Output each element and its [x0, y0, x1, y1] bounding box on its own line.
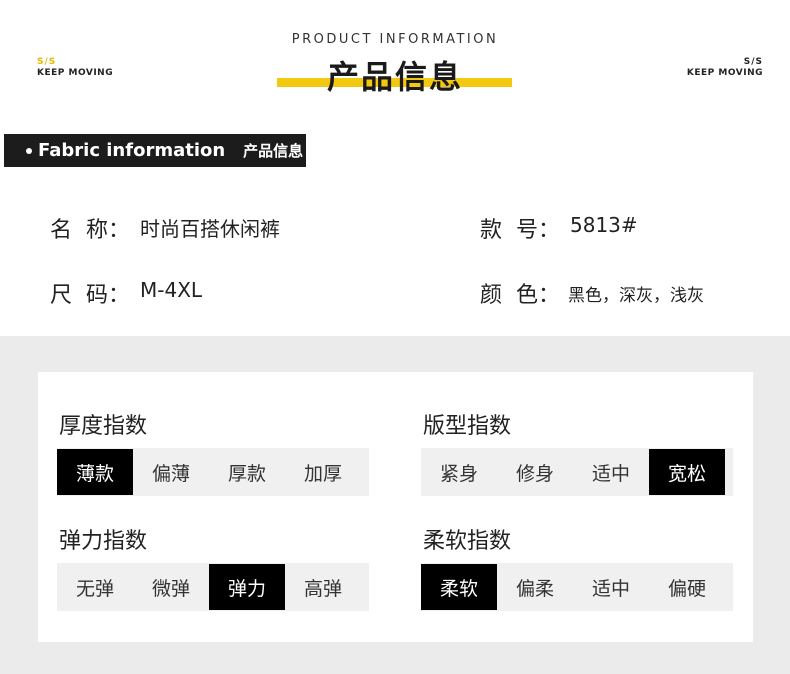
- page-title: 产品信息: [326, 58, 463, 96]
- fit-index-options: 紧身 修身 适中 宽松: [421, 448, 733, 496]
- softness-index-options: 柔软 偏柔 适中 偏硬: [421, 563, 733, 611]
- elasticity-index-title: 弹力指数: [59, 529, 148, 554]
- elasticity-option: 微弹: [151, 577, 190, 600]
- thickness-option: 厚款: [227, 462, 266, 485]
- softness-option: 偏硬: [667, 577, 706, 600]
- softness-option: 柔软: [421, 564, 497, 610]
- thickness-index-options: 薄款 偏薄 厚款 加厚: [57, 448, 369, 496]
- thickness-option: 加厚: [303, 462, 342, 485]
- elasticity-option: 高弹: [303, 577, 342, 600]
- softness-option: 偏柔: [515, 577, 554, 600]
- softness-option: 适中: [591, 577, 630, 600]
- page-subtitle: PRODUCT INFORMATION: [291, 32, 499, 47]
- bullet-icon: [26, 147, 32, 154]
- fit-option: 紧身: [439, 462, 478, 485]
- elasticity-option: 无弹: [75, 577, 114, 600]
- fit-option: 适中: [591, 462, 630, 485]
- name-value: 时尚百搭休闲裤: [140, 217, 280, 241]
- thickness-option: 偏薄: [151, 462, 190, 485]
- fit-option: 宽松: [649, 449, 725, 495]
- banner-title-cn: 产品信息: [243, 142, 304, 160]
- color-label: 颜 色：: [480, 283, 560, 308]
- size-label: 尺 码：: [50, 283, 130, 308]
- name-label: 名 称：: [50, 218, 130, 243]
- fit-index-title: 版型指数: [423, 414, 512, 439]
- fabric-banner: Fabric information 产品信息: [4, 134, 306, 167]
- style-number-value: 5813#: [570, 213, 638, 237]
- elasticity-index-options: 无弹 微弹 弹力 高弹: [57, 563, 369, 611]
- softness-index-title: 柔软指数: [423, 529, 512, 554]
- elasticity-option: 弹力: [209, 564, 285, 610]
- color-value: 黑色，深灰，浅灰: [568, 286, 704, 306]
- banner-title-en: Fabric information: [38, 140, 226, 161]
- fit-option: 修身: [515, 462, 554, 485]
- thickness-option: 薄款: [57, 449, 133, 495]
- size-value: M-4XL: [140, 278, 203, 302]
- style-number-label: 款 号：: [480, 218, 560, 243]
- thickness-index-title: 厚度指数: [59, 414, 148, 439]
